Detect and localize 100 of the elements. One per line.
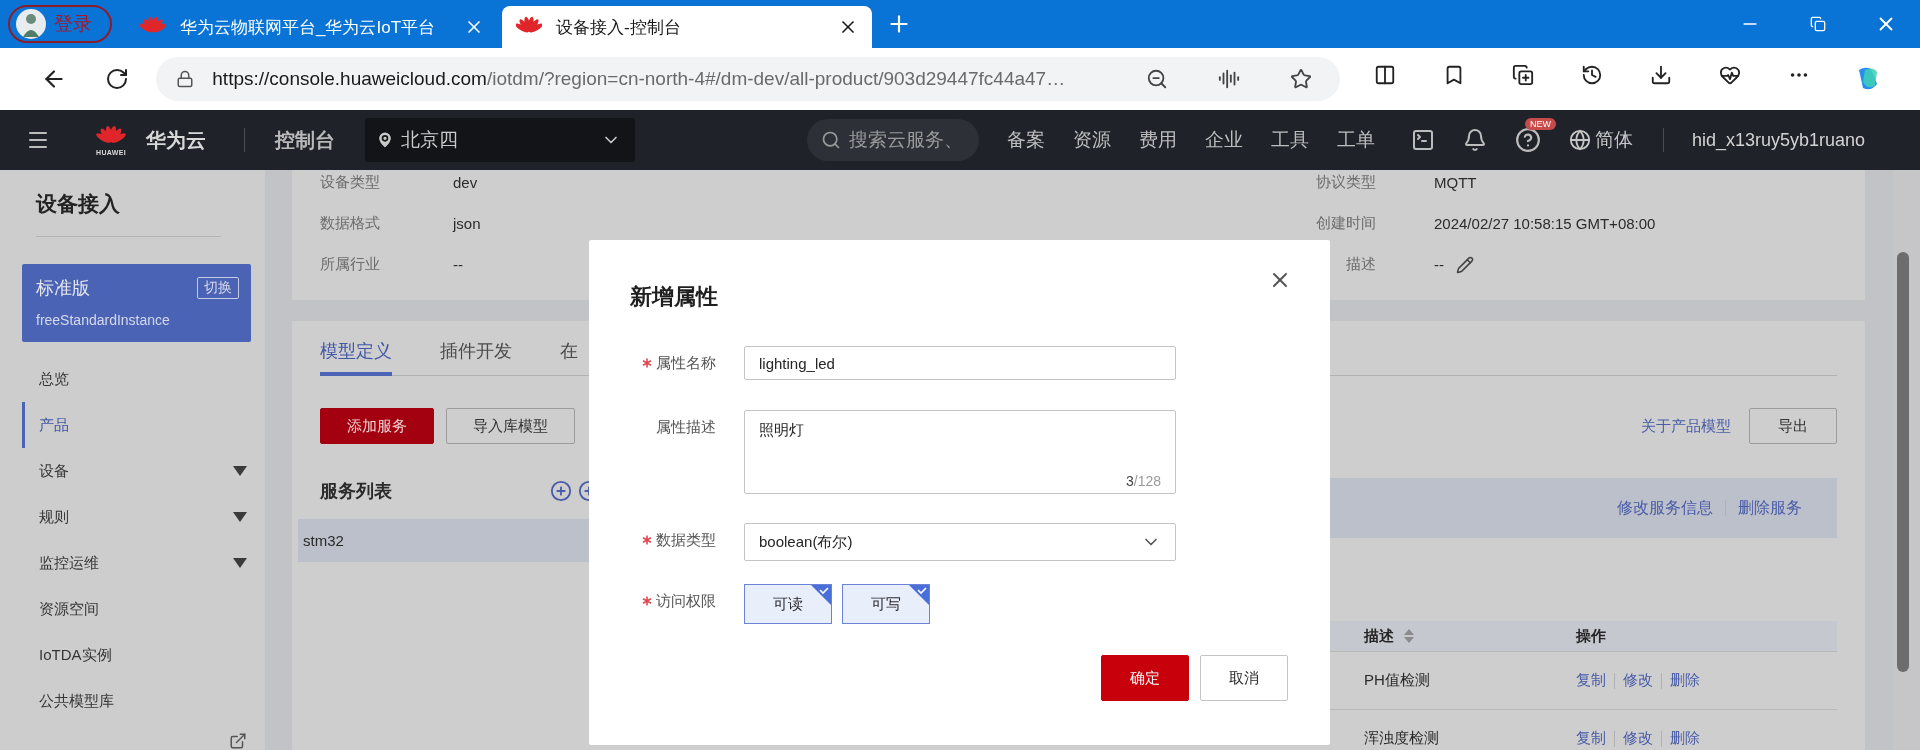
action-button[interactable]: 添加服务 xyxy=(320,408,434,444)
instance-name: freeStandardInstance xyxy=(36,311,171,328)
collections-icon[interactable] xyxy=(1511,64,1534,86)
tab-title: 华为云物联网平台_华为云IoT平台 xyxy=(180,16,437,39)
tab[interactable]: 在 xyxy=(560,337,578,376)
service-action-link[interactable]: 删除服务 xyxy=(1738,497,1802,519)
info-value: dev xyxy=(453,174,478,191)
table-cell: 浑浊度检测 xyxy=(1364,729,1439,748)
info-label: 所属行业 xyxy=(320,255,380,274)
sidebar-title: 设备接入 xyxy=(34,191,121,217)
browser-tab[interactable]: 华为云物联网平台_华为云IoT平台 xyxy=(126,6,498,48)
info-label: 创建时间 xyxy=(1316,214,1376,233)
avatar-icon xyxy=(16,9,46,39)
info-value: -- xyxy=(1434,256,1444,273)
caret-icon xyxy=(233,558,247,568)
bell-icon[interactable] xyxy=(1463,128,1487,152)
cancel-button[interactable]: 取消 xyxy=(1200,655,1288,701)
service-action-link[interactable]: 修改服务信息 xyxy=(1617,497,1713,519)
nav-link[interactable]: 企业 xyxy=(1205,127,1243,153)
info-label: 设备类型 xyxy=(320,173,380,192)
about-link[interactable]: 关于产品模型 xyxy=(1641,416,1731,436)
row-action-link[interactable]: 修改 xyxy=(1623,671,1653,690)
field-label: 属性描述 xyxy=(656,417,716,437)
info-label: 描述 xyxy=(1346,255,1376,274)
export-button[interactable]: 导出 xyxy=(1749,408,1837,444)
split-screen-icon[interactable] xyxy=(1373,64,1396,86)
download-icon[interactable] xyxy=(1649,64,1672,86)
nav-link[interactable]: 费用 xyxy=(1139,127,1177,153)
option-tag[interactable]: 可写 xyxy=(842,584,930,624)
globe-icon[interactable] xyxy=(1569,129,1591,151)
heart-pulse-icon[interactable] xyxy=(1718,64,1741,86)
row-action-link[interactable]: 复制 xyxy=(1576,671,1606,690)
sidebar-item[interactable]: 规则 xyxy=(22,494,251,540)
character-counter: 3/128 xyxy=(1125,473,1161,489)
region-select[interactable]: 北京四 xyxy=(365,118,635,162)
field-label: 数据类型 xyxy=(656,530,716,550)
star-icon[interactable] xyxy=(1290,68,1312,90)
url-text: https://console.huaweicloud.com/iotdm/?region=cn-north-4#/dm-dev/all-product/903d29447fc44a47… xyxy=(212,68,1067,90)
type-select[interactable]: boolean(布尔) xyxy=(744,523,1176,561)
tab[interactable]: 插件开发 xyxy=(440,337,512,376)
sidebar-item[interactable]: 产品 xyxy=(22,402,251,448)
row-action-link[interactable]: 删除 xyxy=(1670,671,1700,690)
table-cell: PH值检测 xyxy=(1364,671,1430,690)
column-header: 操作 xyxy=(1576,626,1606,646)
action-button[interactable]: 导入库模型 xyxy=(446,408,575,444)
zoom-out-icon[interactable] xyxy=(1146,68,1168,90)
confirm-button[interactable]: 确定 xyxy=(1101,655,1189,701)
browser-tab[interactable]: 设备接入-控制台 xyxy=(502,6,872,48)
sidebar-item[interactable]: 资源空间 xyxy=(22,586,251,632)
sidebar-item[interactable]: 设备 xyxy=(22,448,251,494)
info-value: MQTT xyxy=(1434,174,1477,191)
console-label: 控制台 xyxy=(275,127,335,153)
reload-icon[interactable] xyxy=(104,67,129,91)
brand-name: 华为云 xyxy=(146,127,206,153)
history-icon[interactable] xyxy=(1580,64,1603,86)
info-value: 2024/02/27 10:58:15 GMT+08:00 xyxy=(1434,215,1656,232)
dialog-title: 新增属性 xyxy=(630,283,718,311)
info-value: json xyxy=(453,215,481,232)
info-label: 协议类型 xyxy=(1316,173,1376,192)
terminal-icon[interactable] xyxy=(1411,128,1435,152)
add-icon[interactable] xyxy=(550,480,572,502)
address-bar[interactable]: https://console.huaweicloud.com/iotdm/?region=cn-north-4#/dm-dev/all-product/903d29447fc44a47… xyxy=(156,57,1340,101)
nav-link[interactable]: 备案 xyxy=(1007,127,1045,153)
tab[interactable]: 模型定义 xyxy=(320,337,392,376)
textarea-field[interactable]: 照明灯 3/128 xyxy=(744,410,1176,494)
audio-icon[interactable] xyxy=(1218,68,1240,90)
sidebar-item[interactable]: 公共模型库 xyxy=(22,678,251,724)
field-label: 访问权限 xyxy=(656,591,716,611)
user-name[interactable]: hid_x13ruy5yb1ruano xyxy=(1692,129,1866,151)
help-icon[interactable] xyxy=(1515,127,1541,153)
row-action-link[interactable]: 修改 xyxy=(1623,729,1653,748)
row-action-link[interactable]: 复制 xyxy=(1576,729,1606,748)
required-icon xyxy=(642,358,652,368)
field-label: 属性名称 xyxy=(656,353,716,373)
new-badge: NEW xyxy=(1525,118,1556,130)
info-label: 数据格式 xyxy=(320,214,380,233)
sidebar-item[interactable]: 监控运维 xyxy=(22,540,251,586)
text-field[interactable]: lighting_led xyxy=(744,346,1176,380)
caret-icon xyxy=(233,512,247,522)
switch-button[interactable]: 切换 xyxy=(197,276,239,299)
check-corner-icon xyxy=(909,585,929,605)
check-corner-icon xyxy=(811,585,831,605)
search-icon xyxy=(821,130,841,150)
required-icon xyxy=(642,535,652,545)
restore-icon[interactable] xyxy=(1810,16,1826,32)
pencil-icon[interactable] xyxy=(1456,255,1474,274)
info-value: -- xyxy=(453,256,463,273)
row-action-link[interactable]: 删除 xyxy=(1670,729,1700,748)
nav-link[interactable]: 工单 xyxy=(1337,127,1375,153)
language-label[interactable]: 简体 xyxy=(1595,127,1633,153)
section-title: 服务列表 xyxy=(320,480,393,503)
scrollbar-thumb[interactable] xyxy=(1897,252,1909,672)
sidebar-item[interactable]: 总览 xyxy=(22,356,251,402)
search-field[interactable]: 搜索云服务、 xyxy=(807,119,979,161)
nav-link[interactable]: 工具 xyxy=(1271,127,1309,153)
external-link-icon[interactable] xyxy=(229,732,247,750)
option-tag[interactable]: 可读 xyxy=(744,584,832,624)
required-icon xyxy=(642,596,652,606)
sidebar-item[interactable]: IoTDA实例 xyxy=(22,632,251,678)
nav-link[interactable]: 资源 xyxy=(1073,127,1111,153)
